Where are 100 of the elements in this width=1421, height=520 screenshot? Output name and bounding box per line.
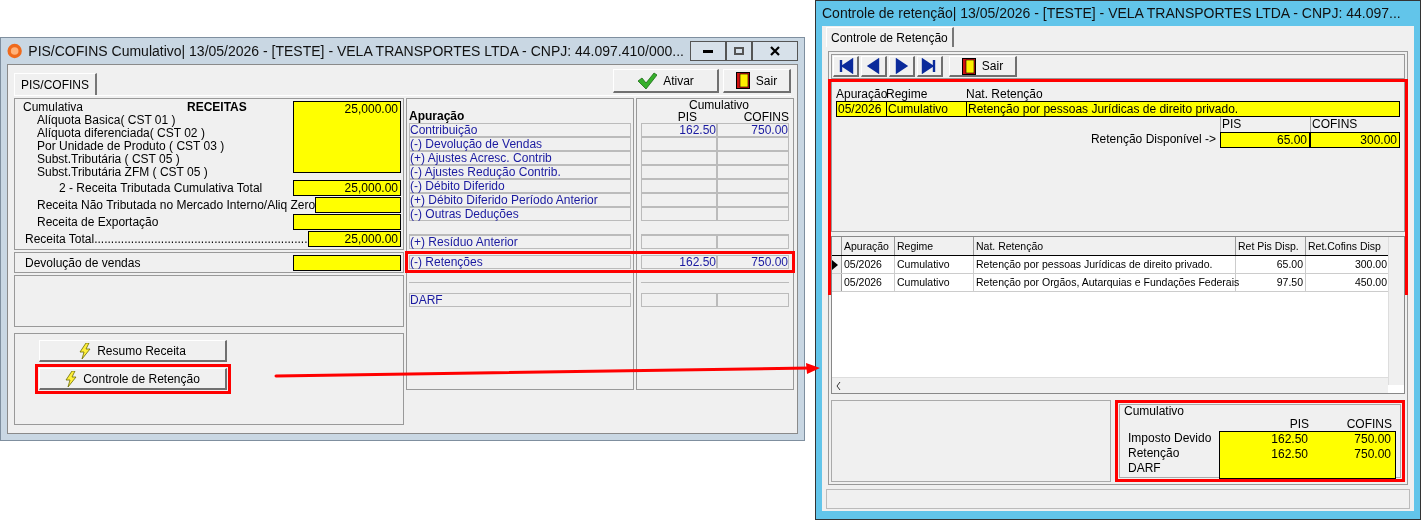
- row-label: (-) Devolução de Vendas: [409, 137, 631, 151]
- row-label: Receita Não Tributada no Mercado Interno/Aliq Zero: [36, 197, 316, 214]
- lightning-icon: [79, 342, 92, 359]
- row-label: Subst.Tributária ZFM ( CST 05 ): [36, 166, 208, 179]
- tab[interactable]: PIS/COFINS: [14, 73, 97, 95]
- value-cell: 750.00: [717, 255, 789, 269]
- navigation-button[interactable]: [917, 56, 943, 77]
- door-icon: [961, 57, 976, 75]
- tab[interactable]: Controle de Retenção: [826, 27, 954, 47]
- row-label: Imposto Devido: [1127, 431, 1213, 446]
- row-pointer-icon: [832, 259, 838, 270]
- group-label: Cumulativa: [22, 101, 85, 114]
- table-cell: Cumulativo: [895, 274, 974, 291]
- column-header[interactable]: Ret Pis Disp.: [1236, 237, 1306, 255]
- previous-icon: [865, 58, 882, 74]
- row-label: (-) Retenções: [409, 255, 631, 269]
- value-cell: [717, 151, 789, 165]
- table-cell: 65.00: [1236, 256, 1306, 273]
- value-field[interactable]: [293, 214, 401, 230]
- row-label: DARF: [409, 293, 631, 307]
- next-icon: [893, 58, 910, 74]
- value-cell: 750.00: [717, 123, 789, 137]
- activate-button[interactable]: Ativar: [613, 69, 719, 93]
- column-header: COFINS: [1345, 418, 1393, 431]
- scroll-left-icon: [836, 381, 841, 390]
- value-field[interactable]: [293, 254, 401, 271]
- column-header: Nat. Retenção: [966, 88, 1043, 101]
- exit-button[interactable]: Sair: [949, 56, 1017, 77]
- table-cell: 05/2026: [842, 274, 895, 291]
- column-header: Regime: [886, 88, 929, 101]
- row-label: (+) Débito Diferido Período Anterior: [409, 193, 631, 207]
- table-cell: Cumulativo: [895, 256, 974, 273]
- row-label: Receita de Exportação: [36, 214, 160, 231]
- column-header: COFINS: [742, 111, 789, 123]
- navigation-button[interactable]: [889, 56, 915, 77]
- window-title: PIS/COFINS Cumulativo| 13/05/2026 - [TESTE] - VELA TRANSPORTES LTDA - CNPJ: 44.097.410/000...: [28, 41, 684, 61]
- column-header: PIS: [1288, 418, 1309, 431]
- row-label: (+) Resíduo Anterior: [409, 235, 631, 249]
- column-header: Apuração: [836, 88, 886, 101]
- value-cell: [717, 207, 789, 221]
- column-header[interactable]: Apuração: [842, 237, 895, 255]
- row-label: Subst.Tributária ( CST 05 ): [36, 153, 180, 166]
- skip-last-icon: [921, 58, 938, 74]
- row-label: (-) Débito Diferido: [409, 179, 631, 193]
- navigation-button[interactable]: [833, 56, 859, 77]
- vertical-scrollbar[interactable]: [1388, 237, 1404, 385]
- value-field[interactable]: 25,000.00: [307, 231, 401, 247]
- navigation-button[interactable]: [861, 56, 887, 77]
- value-field[interactable]: 25,000.00: [293, 101, 401, 173]
- value-cell-text: 750.00: [1353, 447, 1392, 462]
- value-cell: [717, 293, 789, 307]
- close-icon: [770, 46, 780, 56]
- table-cell: Retenção por pessoas Jurídicas de direito privado.: [974, 256, 1236, 273]
- row-label: 2 - Receita Tributada Cumulativa Total: [58, 180, 264, 197]
- row-label: (-) Ajustes Redução Contrib.: [409, 165, 631, 179]
- row-label: DARF: [1127, 461, 1162, 476]
- value-field[interactable]: [315, 197, 401, 213]
- value-cell: 162.50: [641, 123, 717, 137]
- value-cell: [717, 165, 789, 179]
- checkmark-icon: [637, 71, 658, 90]
- horizontal-scrollbar[interactable]: [832, 377, 1388, 393]
- table-cell: 05/2026: [842, 256, 895, 273]
- row-label: Retenção: [1127, 446, 1181, 461]
- value-cell: 162.50: [641, 255, 717, 269]
- window-title: Controle de retenção| 13/05/2026 - [TESTE] - VELA TRANSPORTES LTDA - CNPJ: 44.097...: [822, 4, 1401, 23]
- column-header[interactable]: Nat. Retenção: [974, 237, 1236, 255]
- action-button[interactable]: Resumo Receita: [39, 340, 227, 362]
- value-cell-text: 162.50: [1270, 447, 1308, 462]
- exit-button[interactable]: Sair: [723, 69, 791, 93]
- close-button[interactable]: [752, 41, 798, 61]
- value-cell-text: 750.00: [1353, 432, 1392, 447]
- action-button[interactable]: Controle de Retenção: [39, 368, 227, 390]
- door-icon: [735, 72, 750, 89]
- column-header[interactable]: Regime: [895, 237, 974, 255]
- value-field[interactable]: 65.00: [1220, 132, 1310, 148]
- row-label: Devolução de vendas: [24, 254, 142, 272]
- app-icon: [7, 43, 23, 59]
- row-label: Alíquota diferenciada( CST 02 ): [36, 127, 205, 140]
- value-cell-text: 162.50: [1270, 432, 1308, 447]
- column-header: PIS: [676, 111, 698, 123]
- row-label: (+) Ajustes Acresc. Contrib: [409, 151, 631, 165]
- group-label: Cumulativo: [1124, 405, 1186, 418]
- row-label: Contribuição: [409, 123, 631, 137]
- value-cell: [717, 193, 789, 207]
- value-field[interactable]: 300.00: [1310, 132, 1400, 148]
- column-group-label: Cumulativo: [688, 99, 749, 111]
- skip-first-icon: [837, 58, 854, 74]
- row-label: Por Unidade de Produto ( CST 03 ): [36, 140, 225, 153]
- value-cell: [717, 137, 789, 151]
- lightning-icon: [65, 370, 78, 387]
- value-cell: [717, 179, 789, 193]
- row-label: (-) Outras Deduções: [409, 207, 631, 221]
- row-label: Receita Total................................................................: [24, 231, 308, 248]
- field-label: Retenção Disponível ->: [1090, 132, 1217, 146]
- section-heading: RECEITAS: [187, 101, 247, 114]
- minimize-button[interactable]: [690, 41, 726, 61]
- row-label: Alíquota Basica( CST 01 ): [36, 114, 176, 127]
- value-field[interactable]: 25,000.00: [293, 180, 401, 196]
- maximize-button[interactable]: [726, 41, 752, 61]
- section-heading: Apuração: [409, 109, 466, 123]
